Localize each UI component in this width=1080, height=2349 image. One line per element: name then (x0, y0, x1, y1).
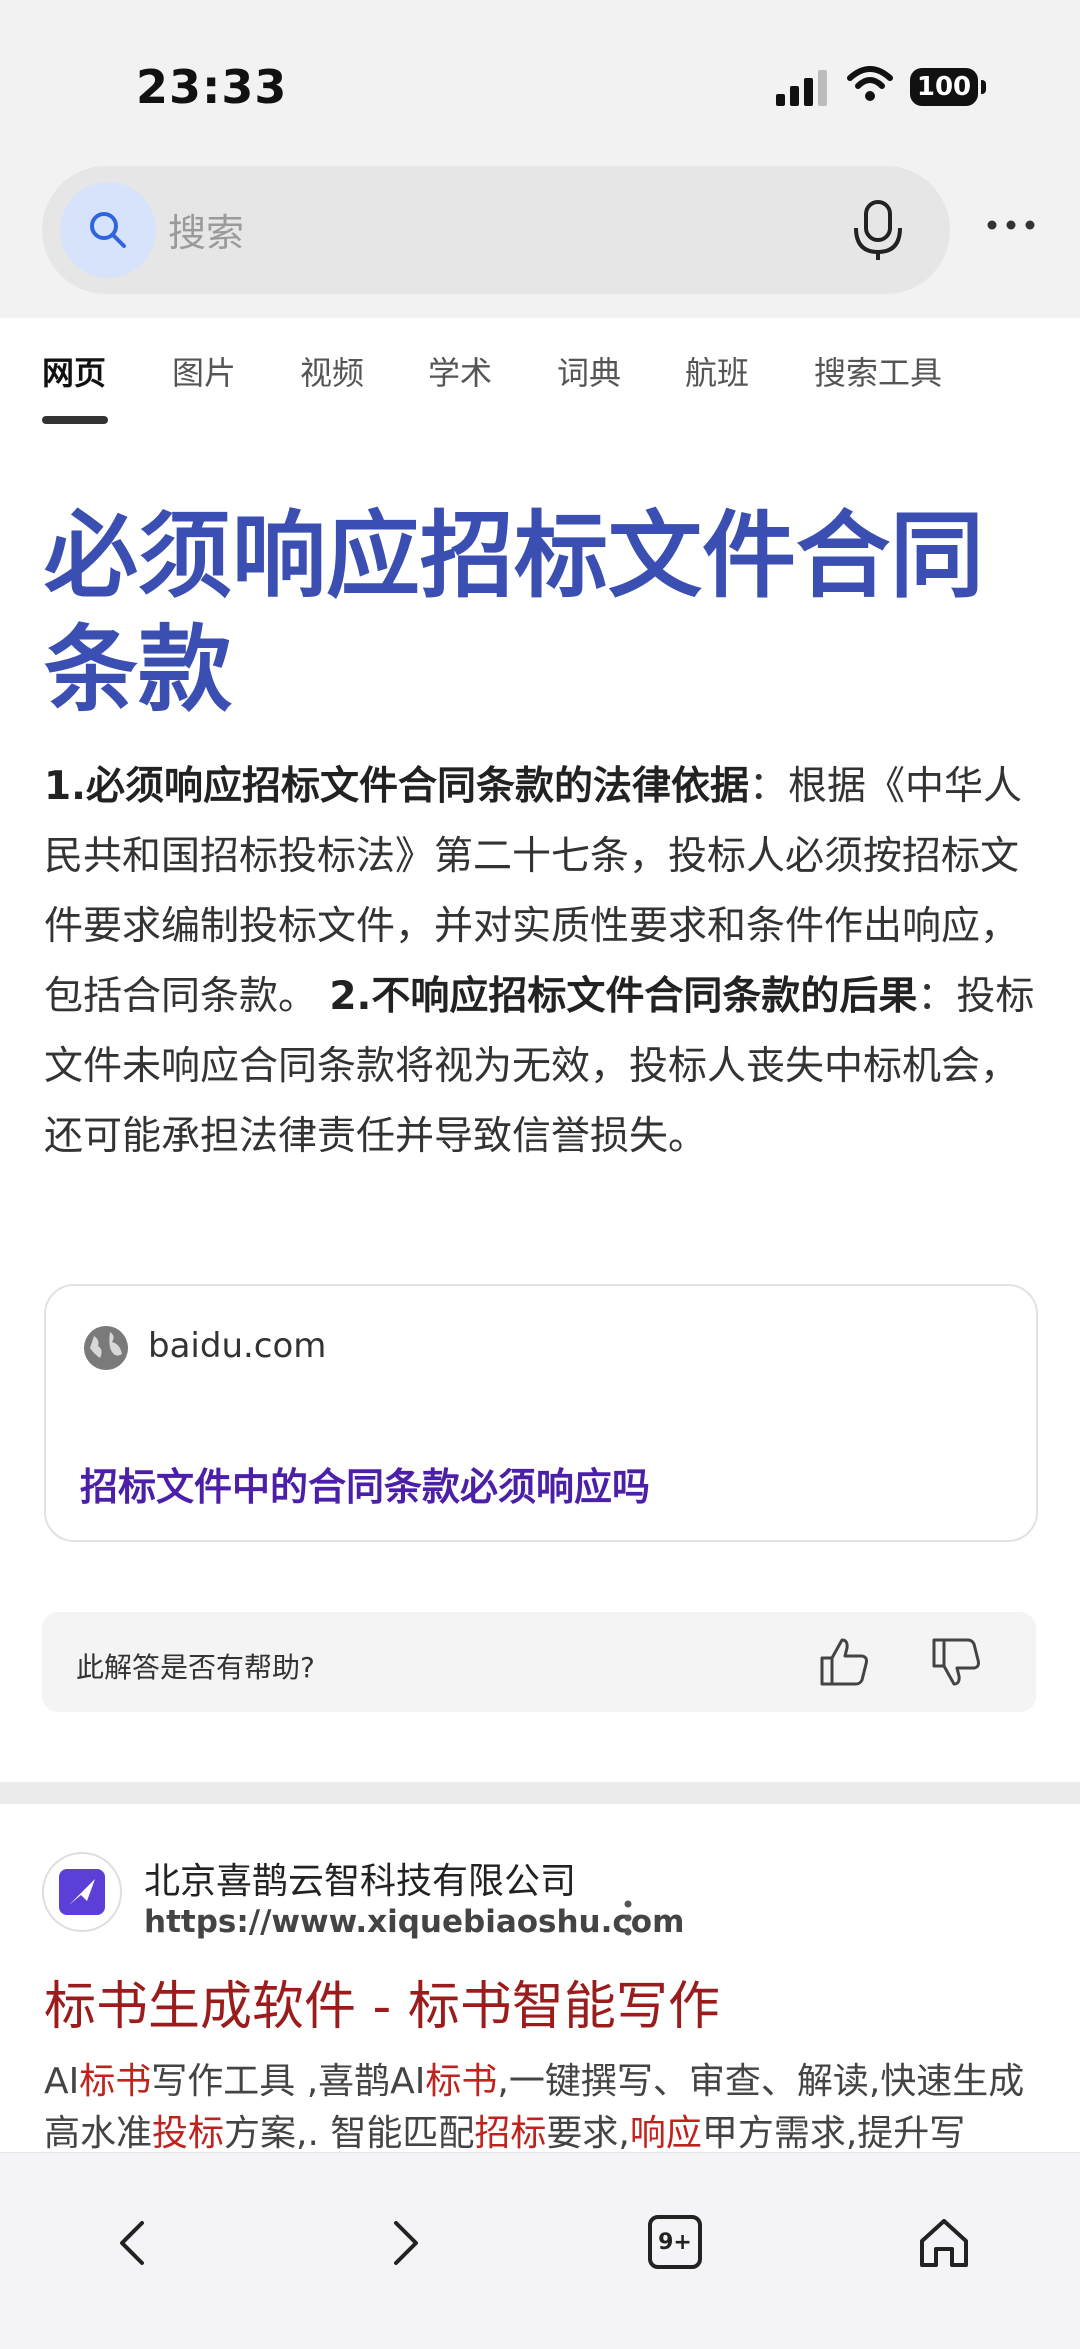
microphone-icon[interactable] (842, 194, 914, 266)
forward-icon[interactable] (374, 2213, 434, 2273)
wifi-icon (847, 66, 893, 101)
status-time: 23:33 (136, 60, 288, 114)
result-title-hl: 标书 (44, 1977, 149, 2037)
source-card[interactable]: baidu.com 招标文件中的合同条款必须响应吗 (44, 1284, 1038, 1542)
active-tab-indicator (42, 416, 108, 424)
feedback-bar: 此解答是否有帮助? (42, 1612, 1036, 1712)
cellular-signal-icon (776, 70, 827, 106)
result-url: https://www.xiquebiaoshu.com (144, 1904, 685, 1940)
tab-dictionary[interactable]: 词典 (557, 348, 621, 394)
search-tabs: 网页 图片 视频 学术 词典 航班 搜索工具 (0, 318, 1080, 428)
more-options-icon[interactable] (984, 210, 1038, 240)
tab-academic[interactable]: 学术 (428, 348, 492, 394)
tab-images[interactable]: 图片 (172, 348, 236, 394)
section-divider (0, 1782, 1080, 1804)
result-title-end: 智能写作 (511, 1977, 720, 2037)
search-placeholder: 搜索 (168, 211, 245, 255)
battery-icon: 100 (910, 68, 986, 106)
search-icon (90, 212, 126, 248)
search-input[interactable]: 搜索 (42, 166, 950, 294)
back-icon[interactable] (104, 2213, 164, 2273)
magpie-logo-icon (59, 1869, 105, 1915)
answer-p2-heading: 2.不响应招标文件合同条款的后果 (329, 974, 918, 1019)
answer-p1-heading: 1.必须响应招标文件合同条款的法律依据 (44, 764, 749, 809)
status-bar: 23:33 100 (0, 0, 1080, 160)
answer-body: 1.必须响应招标文件合同条款的法律依据：根据《中华人民共和国招标投标法》第二十七… (44, 752, 1040, 1172)
tabs-count-button[interactable]: 9+ (648, 2215, 702, 2269)
tab-search-tools[interactable]: 搜索工具 (814, 348, 942, 394)
tab-web[interactable]: 网页 (42, 348, 106, 394)
site-logo (42, 1852, 122, 1932)
thumbs-down-icon[interactable] (926, 1632, 986, 1692)
result-title-mid: 生成软件 - (148, 1977, 408, 2037)
globe-icon (84, 1326, 128, 1370)
result-more-icon[interactable] (618, 1898, 638, 1938)
feedback-question: 此解答是否有帮助? (76, 1651, 315, 1684)
bottom-navigation: 9+ (0, 2152, 1080, 2349)
search-header: 搜索 (0, 160, 1080, 318)
answer-title: 必须响应招标文件合同条款 (44, 502, 985, 725)
source-link[interactable]: 招标文件中的合同条款必须响应吗 (80, 1456, 650, 1511)
result-snippet: AI标书写作工具 ,喜鹊AI标书,一键撰写、审查、解读,快速生成高水准投标方案,… (44, 2061, 1025, 2154)
result-title[interactable]: 标书生成软件 - 标书智能写作 (44, 1964, 720, 2039)
source-domain: baidu.com (148, 1326, 327, 1366)
tab-videos[interactable]: 视频 (300, 348, 364, 394)
result-title-hl: 标书 (407, 1977, 512, 2037)
result-site-name[interactable]: 北京喜鹊云智科技有限公司 (144, 1852, 576, 1904)
thumbs-up-icon[interactable] (814, 1632, 874, 1692)
battery-level: 100 (910, 68, 978, 106)
search-button[interactable] (60, 182, 156, 278)
home-icon[interactable] (914, 2213, 974, 2273)
tab-flights[interactable]: 航班 (685, 348, 749, 394)
